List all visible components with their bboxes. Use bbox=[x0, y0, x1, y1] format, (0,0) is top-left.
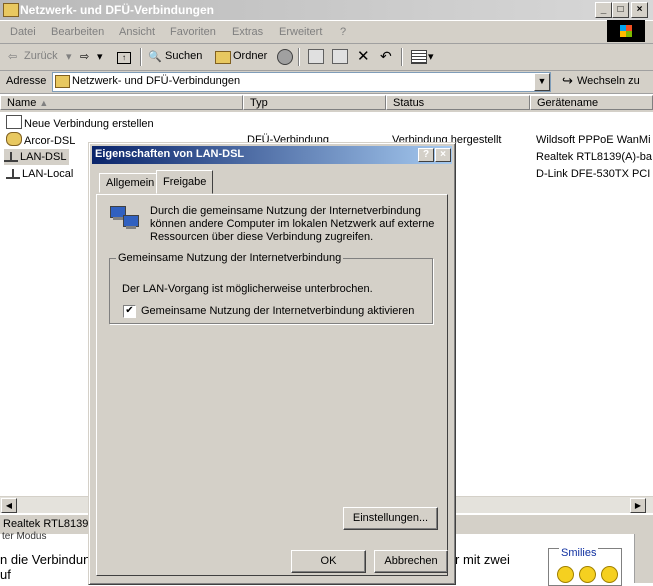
address-value: Netzwerk- und DFÜ-Verbindungen bbox=[72, 75, 241, 87]
column-typ[interactable]: Typ bbox=[243, 95, 386, 110]
smiley-icon[interactable] bbox=[579, 566, 596, 583]
lan-connection-icon bbox=[4, 152, 18, 162]
background-text-right: r mit zwei bbox=[455, 552, 510, 567]
folders-icon bbox=[215, 51, 231, 64]
background-fragment: ter Modus bbox=[2, 531, 47, 542]
move-to-icon[interactable] bbox=[308, 49, 324, 64]
menubar: Datei Bearbeiten Ansicht Favoriten Extra… bbox=[0, 20, 653, 44]
column-geraetename[interactable]: Gerätename bbox=[530, 95, 653, 110]
ok-button[interactable]: OK bbox=[291, 550, 366, 573]
go-button[interactable]: Wechseln zu bbox=[577, 75, 640, 87]
menu-ansicht[interactable]: Ansicht bbox=[119, 26, 155, 38]
sharing-group-title: Gemeinsame Nutzung der Internetverbindun… bbox=[118, 252, 342, 264]
back-arrow-icon: ⇦ bbox=[8, 51, 18, 63]
forward-arrow-icon[interactable]: ⇨ bbox=[80, 50, 89, 63]
dialog-title: Eigenschaften von LAN-DSL bbox=[95, 148, 245, 160]
search-icon: 🔍 bbox=[148, 51, 162, 63]
tab-panel-freigabe: Durch die gemeinsame Nutzung der Interne… bbox=[96, 194, 448, 576]
network-folder-icon bbox=[55, 75, 70, 88]
address-label: Adresse bbox=[6, 75, 47, 87]
go-arrow-icon: ↪ bbox=[562, 73, 573, 88]
list-item[interactable]: LAN-DSL bbox=[4, 149, 70, 165]
up-folder-icon[interactable]: ↑ bbox=[117, 52, 131, 64]
sort-ascending-icon: ▲ bbox=[39, 98, 49, 108]
scroll-left-icon[interactable]: ◀ bbox=[1, 498, 17, 513]
dialup-connection-icon bbox=[6, 132, 22, 146]
properties-dialog: Eigenschaften von LAN-DSL ? × Allgemein … bbox=[88, 142, 456, 585]
menu-favoriten[interactable]: Favoriten bbox=[170, 26, 216, 38]
window-title: Netzwerk- und DFÜ-Verbindungen bbox=[20, 3, 215, 17]
dialog-titlebar: Eigenschaften von LAN-DSL ? × bbox=[92, 146, 452, 164]
lan-warning-text: Der LAN-Vorgang ist möglicherweise unter… bbox=[122, 283, 373, 295]
address-input[interactable]: Netzwerk- und DFÜ-Verbindungen bbox=[52, 72, 551, 92]
lan-connection-icon bbox=[6, 169, 20, 179]
back-button[interactable]: Zurück bbox=[24, 50, 58, 62]
background-text-line2: uf bbox=[0, 567, 11, 582]
folders-button[interactable]: Ordner bbox=[233, 50, 267, 62]
list-cell-device: Wildsoft PPPoE WanMi bbox=[536, 134, 651, 146]
undo-icon[interactable]: ↶ bbox=[380, 48, 392, 65]
tab-allgemein[interactable]: Allgemein bbox=[99, 173, 162, 193]
cancel-button[interactable]: Abbrechen bbox=[374, 550, 448, 573]
menu-extras[interactable]: Extras bbox=[232, 26, 263, 38]
close-button[interactable]: × bbox=[631, 2, 648, 18]
toolbar: ⇦ Zurück ▾ ⇨ ▾ ↑ 🔍 Suchen Ordner ✕ ↶ ▾ bbox=[0, 44, 653, 71]
list-item[interactable]: LAN-Local bbox=[6, 166, 73, 182]
smilies-box: Smilies bbox=[548, 547, 622, 586]
smiley-icon[interactable] bbox=[557, 566, 574, 583]
back-dropdown-icon[interactable]: ▾ bbox=[66, 50, 72, 63]
tab-freigabe[interactable]: Freigabe bbox=[156, 170, 214, 194]
shared-network-icon bbox=[110, 206, 139, 232]
views-icon[interactable] bbox=[411, 50, 427, 64]
list-item[interactable]: Arcor-DSL bbox=[6, 132, 75, 148]
address-bar: Adresse Netzwerk- und DFÜ-Verbindungen ▼… bbox=[0, 71, 653, 94]
menu-erweitert[interactable]: Erweitert bbox=[279, 26, 322, 38]
address-dropdown-icon[interactable]: ▼ bbox=[534, 73, 550, 91]
status-text: Realtek RTL8139( bbox=[3, 518, 93, 530]
smiley-icon[interactable] bbox=[601, 566, 618, 583]
list-cell-device: D-Link DFE-530TX PCI bbox=[536, 168, 651, 180]
minimize-button[interactable]: _ bbox=[595, 2, 612, 18]
smilies-label: Smilies bbox=[559, 547, 599, 559]
search-button[interactable]: Suchen bbox=[165, 50, 202, 62]
new-connection-icon bbox=[6, 115, 22, 129]
windows-logo-icon bbox=[607, 20, 645, 42]
history-icon[interactable] bbox=[277, 49, 293, 65]
sharing-group: Gemeinsame Nutzung der Internetverbindun… bbox=[109, 252, 433, 324]
list-cell-device: Realtek RTL8139(A)-ba bbox=[536, 151, 652, 163]
column-name[interactable]: Name ▲ bbox=[0, 95, 243, 110]
menu-datei[interactable]: Datei bbox=[10, 26, 36, 38]
sharing-intro: Durch die gemeinsame Nutzung der Interne… bbox=[150, 205, 435, 243]
vertical-scrollbar[interactable] bbox=[634, 534, 653, 583]
menu-help[interactable]: ? bbox=[340, 26, 346, 38]
menu-bearbeiten[interactable]: Bearbeiten bbox=[51, 26, 104, 38]
help-button[interactable]: ? bbox=[418, 148, 434, 162]
column-status[interactable]: Status bbox=[386, 95, 530, 110]
forward-dropdown-icon[interactable]: ▾ bbox=[97, 50, 103, 63]
window-titlebar: Netzwerk- und DFÜ-Verbindungen _ □ × bbox=[0, 0, 653, 20]
settings-button[interactable]: Einstellungen... bbox=[343, 507, 438, 530]
column-headers: Name ▲ Typ Status Gerätename bbox=[0, 95, 653, 112]
sharing-checkbox[interactable]: ✔ bbox=[123, 305, 136, 318]
maximize-button[interactable]: □ bbox=[612, 2, 629, 18]
folder-icon bbox=[3, 3, 19, 17]
copy-to-icon[interactable] bbox=[332, 49, 348, 64]
delete-icon[interactable]: ✕ bbox=[357, 47, 370, 65]
dialog-close-button[interactable]: × bbox=[435, 148, 451, 162]
background-text-line1: n die Verbindun bbox=[0, 552, 91, 567]
list-item[interactable]: Neue Verbindung erstellen bbox=[6, 115, 154, 131]
scroll-right-icon[interactable]: ▶ bbox=[630, 498, 646, 513]
views-dropdown-icon[interactable]: ▾ bbox=[428, 50, 434, 63]
sharing-checkbox-label[interactable]: Gemeinsame Nutzung der Internetverbindun… bbox=[141, 305, 414, 317]
